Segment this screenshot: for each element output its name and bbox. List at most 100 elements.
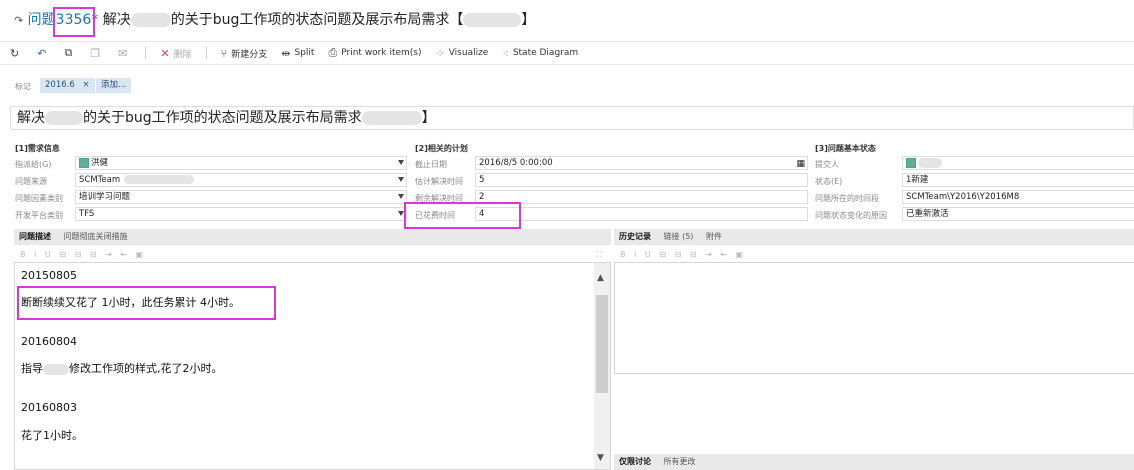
tag-remove-icon[interactable]: ×	[82, 80, 89, 90]
submitter-field[interactable]	[902, 156, 1134, 170]
spent-time-value: 4	[479, 209, 485, 219]
expand-icon[interactable]: ⛶	[596, 248, 605, 262]
description-editor[interactable]: 20150805 断断续续又花了 1小时，此任务累计 4小时。 20160804…	[14, 262, 611, 470]
estimate-value: 5	[479, 175, 485, 185]
due-date-field[interactable]: 2016/8/5 0:00:00 ▦	[475, 156, 808, 170]
scroll-thumb[interactable]	[596, 295, 608, 393]
work-item-header: ↷ 问题3356* 解决 的关于bug工作项的状态问题及展示布局需求【 】	[14, 10, 535, 30]
tab-all-changes[interactable]: 所有更改	[664, 457, 696, 466]
tab-links[interactable]: 链接 (5)	[664, 232, 694, 241]
entry-date: 20160803	[21, 401, 77, 414]
avatar	[79, 157, 89, 168]
section-related-plan: [2]相关的计划	[415, 144, 468, 153]
chevron-down-icon[interactable]	[398, 177, 404, 182]
editor-scrollbar[interactable]: ▲ ▼	[594, 263, 610, 469]
state-diagram-icon: ⁖	[502, 46, 509, 60]
section-basic-state: [3]问题基本状态	[815, 144, 876, 153]
split-label: Split	[294, 48, 315, 58]
visualize-button[interactable]: ⁘ Visualize	[436, 47, 489, 60]
email-icon: ✉	[118, 46, 128, 60]
assigned-to-field[interactable]: 洪健	[75, 156, 407, 170]
issue-factor-value: 培训学习问题	[79, 192, 131, 202]
history-richtext-toolbar: B I U ⊟ ⊟ ⊟ ⇥ ⇤ ▣	[620, 250, 747, 259]
header-title-middle: 的关于bug工作项的状态问题及展示布局需求【	[170, 12, 464, 28]
issue-factor-field[interactable]: 培训学习问题	[75, 190, 407, 204]
submitter-label: 提交人	[815, 160, 839, 169]
work-item-toolbar: ↻ ↶ ⧉ ❐ ✉ ✕ 删除 ⑂ 新建分支 ⇹ Split ⎙ Print work i…	[0, 41, 1134, 65]
split-button[interactable]: ⇹ Split	[281, 47, 314, 60]
tag-text: 2016.6	[45, 80, 75, 90]
iteration-value: SCMTeam\Y2016\Y2016M8	[906, 192, 1020, 202]
remaining-label: 剩余解决时间	[415, 194, 463, 203]
print-button[interactable]: ⎙ Print work item(s)	[328, 46, 421, 60]
tab-attachments[interactable]: 附件	[706, 232, 722, 241]
scroll-down-icon[interactable]: ▼	[597, 453, 604, 463]
history-comment-editor[interactable]	[614, 262, 1134, 374]
redacted-name	[918, 157, 942, 168]
email-button[interactable]: ✉	[118, 47, 131, 60]
title-prefix: 解决	[17, 110, 45, 126]
spent-time-label: 已花费时间	[415, 211, 455, 220]
work-item-type-icon: ↷	[14, 14, 24, 27]
chevron-down-icon[interactable]	[398, 211, 404, 216]
unsaved-indicator: *	[91, 12, 99, 28]
tab-history[interactable]: 历史记录	[619, 232, 651, 241]
add-tag-button[interactable]: 添加...	[96, 78, 132, 93]
due-date-label: 截止日期	[415, 160, 447, 169]
redacted-text	[124, 175, 195, 184]
redacted-name	[43, 363, 69, 375]
redacted-name	[45, 111, 83, 125]
redacted-name	[361, 111, 422, 125]
copy-template-button[interactable]: ⧉	[64, 46, 76, 60]
format-buttons[interactable]: B I U	[20, 250, 54, 259]
issue-source-field[interactable]: SCMTeam	[75, 173, 407, 187]
dev-platform-label: 开发平台类别	[15, 211, 63, 220]
visualize-icon: ⁘	[435, 46, 445, 60]
tab-description[interactable]: 问题描述	[19, 232, 51, 241]
delete-icon: ✕	[160, 46, 170, 60]
assigned-to-value: 洪健	[91, 158, 109, 168]
delete-button[interactable]: ✕ 删除	[160, 47, 191, 60]
state-label: 状态(E)	[815, 177, 843, 186]
reason-field[interactable]: 已重新激活	[902, 207, 1134, 221]
title-field[interactable]: 解决 的关于bug工作项的状态问题及展示布局需求 】	[10, 106, 1134, 130]
tab-discussion-only[interactable]: 仅限讨论	[619, 457, 651, 466]
spent-time-field[interactable]: 4	[475, 207, 808, 221]
description-richtext-toolbar: B I U ⊟ ⊟ ⊟ ⇥ ⇤ ▣ ⛶	[14, 248, 611, 262]
iteration-label: 问题所在的时间段	[815, 194, 879, 203]
print-label: Print work item(s)	[341, 48, 422, 58]
refresh-button[interactable]: ↻	[10, 47, 23, 60]
clone-button[interactable]: ❐	[90, 47, 104, 60]
undo-icon: ↶	[37, 46, 47, 60]
work-item-type: 问题	[27, 12, 56, 28]
tab-close-measures[interactable]: 问题彻底关闭措施	[64, 232, 128, 241]
tag-item[interactable]: 2016.6 ×	[40, 78, 95, 93]
visualize-label: Visualize	[448, 48, 489, 58]
issue-source-value: SCMTeam	[79, 175, 121, 185]
estimate-field[interactable]: 5	[475, 173, 808, 187]
due-date-value: 2016/8/5 0:00:00	[479, 158, 553, 168]
split-icon: ⇹	[281, 46, 291, 60]
title-suffix: 】	[421, 110, 436, 126]
state-diagram-button[interactable]: ⁖ State Diagram	[502, 47, 578, 60]
refresh-icon: ↻	[10, 46, 20, 60]
new-branch-button[interactable]: ⑂ 新建分支	[221, 47, 268, 60]
remaining-value: 2	[479, 192, 485, 202]
calendar-icon[interactable]: ▦	[796, 158, 805, 169]
state-field[interactable]: 1新建	[902, 173, 1134, 187]
work-item-id[interactable]: 3356	[56, 12, 92, 28]
copy-template-icon: ⧉	[64, 46, 73, 59]
entry-date: 20150805	[21, 269, 77, 282]
dev-platform-field[interactable]: TFS	[75, 207, 407, 221]
remaining-field[interactable]: 2	[475, 190, 808, 204]
format-buttons[interactable]: B I U	[620, 250, 654, 259]
scroll-up-icon[interactable]: ▲	[597, 273, 604, 283]
chevron-down-icon[interactable]	[398, 160, 404, 165]
chevron-down-icon[interactable]	[398, 194, 404, 199]
iteration-field[interactable]: SCMTeam\Y2016\Y2016M8	[902, 190, 1134, 204]
undo-button[interactable]: ↶	[37, 47, 50, 60]
discussion-tabs: 仅限讨论 所有更改	[614, 454, 1134, 470]
branch-icon: ⑂	[220, 46, 228, 60]
redacted-name	[130, 13, 171, 27]
history-tabs: 历史记录 链接 (5) 附件	[614, 229, 1134, 245]
